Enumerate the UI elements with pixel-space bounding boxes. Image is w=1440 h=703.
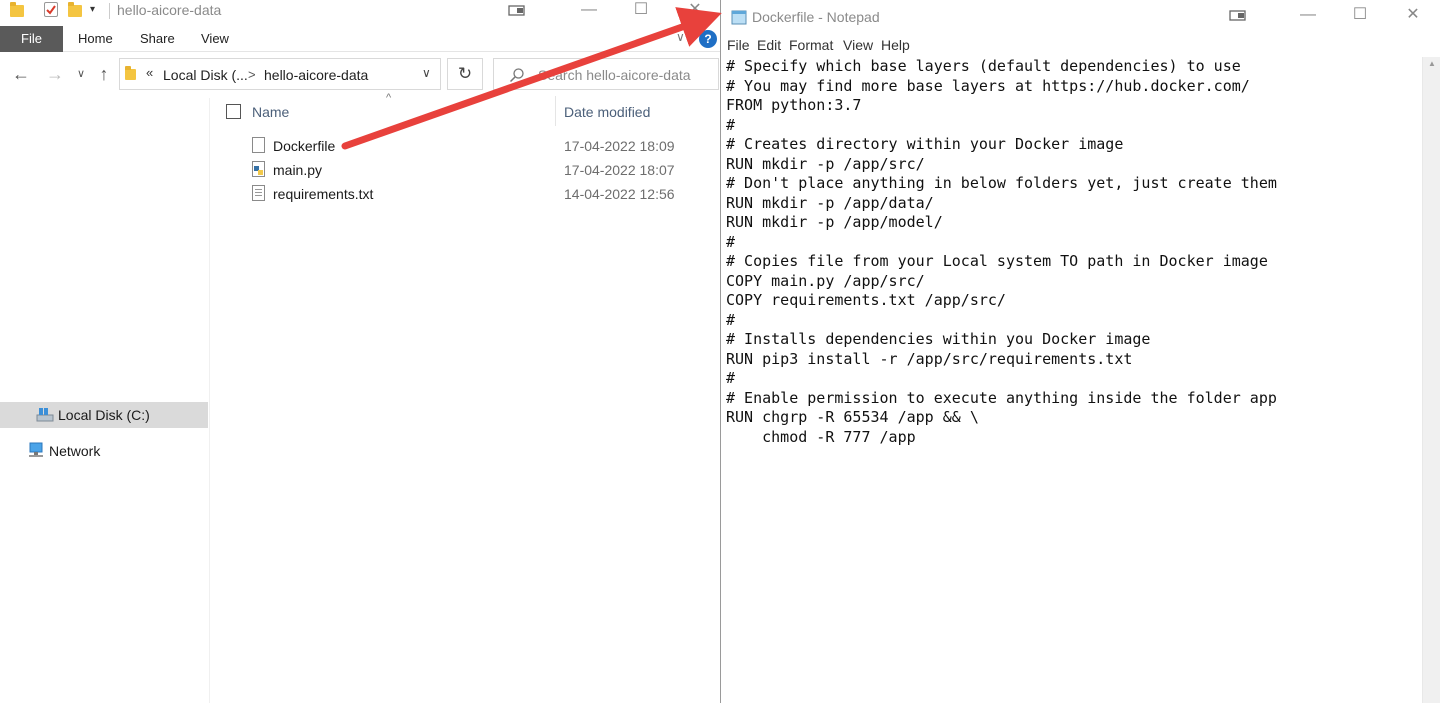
nav-item-local-disk[interactable]: Local Disk (C:)	[0, 402, 208, 428]
code-line: # Creates directory within your Docker i…	[726, 135, 1124, 153]
vertical-scrollbar[interactable]: ▲	[1422, 57, 1440, 703]
forward-arrow-icon[interactable]: →	[44, 62, 66, 86]
nav-item-label: Network	[49, 443, 101, 459]
explorer-title-bar: ▾ hello-aicore-data — ☐ ✕	[0, 0, 721, 24]
file-row-requirements-txt[interactable]: requirements.txt 14-04-2022 12:56	[242, 182, 712, 206]
tab-view[interactable]: View	[201, 26, 229, 52]
recent-locations-chevron-icon[interactable]: ∨	[70, 62, 92, 86]
text-file-icon	[252, 185, 265, 201]
nav-item-label: Local Disk (C:)	[58, 407, 150, 423]
close-button[interactable]: ✕	[1390, 5, 1436, 29]
tab-file[interactable]: File	[0, 26, 63, 52]
explorer-window-title: hello-aicore-data	[117, 2, 222, 18]
code-line: # You may find more base layers at https…	[726, 76, 1250, 95]
code-line: # Don't place anything in below folders …	[726, 174, 1277, 192]
code-line: RUN chgrp -R 65534 /app && \	[726, 408, 979, 426]
code-line: RUN mkdir -p /app/data/	[726, 193, 934, 212]
code-line: chmod -R 777 /app	[726, 427, 916, 446]
tab-home[interactable]: Home	[78, 26, 113, 52]
file-name: requirements.txt	[273, 186, 374, 202]
address-dropdown-chevron-icon[interactable]: ∨	[422, 66, 431, 80]
file-row-main-py[interactable]: main.py 17-04-2022 18:07	[242, 158, 712, 182]
code-line: COPY requirements.txt /app/src/	[726, 291, 1006, 309]
nav-item-network[interactable]: Network	[0, 438, 208, 464]
notepad-window: Dockerfile - Notepad — ☐ ✕ File Edit For…	[720, 0, 1440, 703]
notepad-icon	[731, 10, 747, 25]
code-line: RUN pip3 install -r /app/src/requirement…	[726, 349, 1133, 368]
code-line: #	[726, 115, 736, 134]
restore-dock-icon[interactable]	[1215, 5, 1261, 29]
code-line: # Enable permission to execute anything …	[726, 388, 1277, 407]
sort-ascending-icon: ^	[386, 92, 392, 104]
maximize-button[interactable]: ☐	[1337, 5, 1383, 29]
close-button[interactable]: ✕	[672, 0, 718, 24]
column-header-name[interactable]: Name	[252, 104, 289, 120]
code-line: FROM python:3.7	[726, 96, 862, 114]
code-line: #	[726, 232, 736, 251]
navigation-pane: Local Disk (C:) Network	[0, 98, 210, 703]
file-list: ^ Name Date modified Dockerfile 17-04-20…	[212, 92, 721, 703]
menu-edit[interactable]: Edit	[757, 37, 781, 53]
search-icon	[509, 68, 524, 83]
expand-ribbon-chevron-icon[interactable]: ∨	[676, 30, 685, 44]
file-explorer-window: ▾ hello-aicore-data — ☐ ✕ File Home Shar…	[0, 0, 721, 703]
menu-view[interactable]: View	[843, 37, 873, 53]
notepad-title-bar: Dockerfile - Notepad — ☐ ✕	[721, 0, 1440, 34]
file-date: 17-04-2022 18:07	[564, 162, 675, 178]
breadcrumb-separator[interactable]: >	[248, 67, 256, 82]
maximize-button[interactable]: ☐	[618, 0, 664, 24]
file-date: 17-04-2022 18:09	[564, 138, 675, 154]
address-bar[interactable]: « Local Disk (... > hello-aicore-data ∨	[119, 58, 441, 90]
document-icon	[252, 137, 265, 153]
menu-format[interactable]: Format	[789, 37, 833, 53]
navigation-bar: ← → ∨ ↑ « Local Disk (... > hello-aicore…	[0, 56, 721, 92]
notepad-window-title: Dockerfile - Notepad	[752, 9, 880, 25]
text-editor-area[interactable]: # Specify which base layers (default dep…	[721, 57, 1422, 703]
new-folder-icon[interactable]	[68, 2, 82, 17]
code-line: COPY main.py /app/src/	[726, 271, 925, 290]
breadcrumb-current-folder[interactable]: hello-aicore-data	[264, 67, 368, 83]
code-line: RUN mkdir -p /app/src/	[726, 154, 925, 173]
code-line: # Installs dependencies within you Docke…	[726, 330, 1151, 348]
breadcrumb-local-disk[interactable]: Local Disk (...	[163, 67, 248, 83]
code-line: #	[726, 369, 736, 387]
customize-toolbar-chevron-icon[interactable]: ▾	[90, 4, 104, 18]
ribbon-tabs: File Home Share View ∨ ?	[0, 26, 721, 52]
scroll-up-arrow-icon[interactable]: ▲	[1428, 59, 1436, 68]
file-date: 14-04-2022 12:56	[564, 186, 675, 202]
tab-share[interactable]: Share	[140, 26, 175, 52]
notepad-menu-bar: File Edit Format View Help	[721, 36, 1440, 56]
file-name: main.py	[273, 162, 323, 178]
column-header-date-modified[interactable]: Date modified	[564, 104, 650, 120]
column-divider[interactable]	[555, 96, 556, 126]
back-arrow-icon[interactable]: ←	[10, 62, 32, 86]
search-input[interactable]: Search hello-aicore-data	[538, 67, 691, 83]
file-name: Dockerfile	[273, 138, 336, 154]
help-icon[interactable]: ?	[699, 30, 717, 48]
folder-icon	[10, 2, 24, 17]
title-separator	[109, 3, 110, 19]
minimize-button[interactable]: —	[1285, 5, 1331, 29]
code-line: # Specify which base layers (default dep…	[726, 57, 1241, 75]
menu-file[interactable]: File	[727, 37, 750, 53]
code-line: # Copies file from your Local system TO …	[726, 252, 1268, 270]
up-arrow-icon[interactable]: ↑	[93, 62, 115, 86]
select-all-checkbox[interactable]	[226, 104, 241, 119]
file-row-dockerfile[interactable]: Dockerfile 17-04-2022 18:09	[242, 134, 712, 158]
properties-check-icon[interactable]	[44, 2, 58, 17]
menu-help[interactable]: Help	[881, 37, 910, 53]
network-icon	[29, 442, 43, 457]
code-line: #	[726, 310, 736, 329]
minimize-button[interactable]: —	[566, 0, 612, 24]
refresh-icon[interactable]: ↻	[447, 58, 483, 90]
code-line: RUN mkdir -p /app/model/	[726, 213, 943, 231]
drive-icon	[36, 408, 54, 422]
python-file-icon	[252, 161, 265, 177]
restore-dock-icon[interactable]	[494, 0, 540, 24]
search-box[interactable]: Search hello-aicore-data	[493, 58, 719, 90]
address-overflow-chevron[interactable]: «	[146, 65, 153, 80]
